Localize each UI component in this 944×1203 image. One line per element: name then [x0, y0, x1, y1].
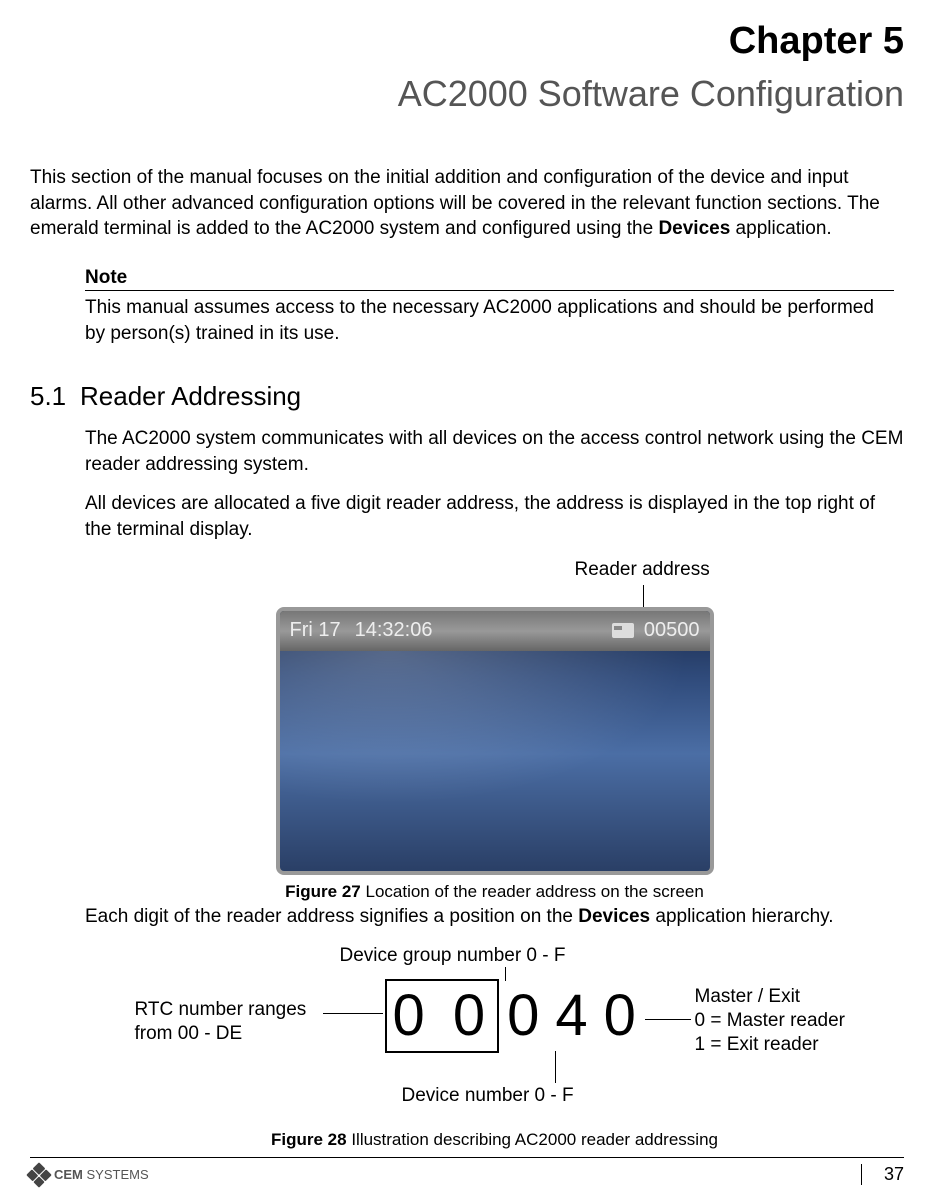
note-block: Note This manual assumes access to the n…	[85, 267, 894, 346]
note-heading: Note	[85, 267, 894, 291]
chapter-label: Chapter 5	[30, 20, 904, 63]
intro-bold: Devices	[658, 218, 730, 239]
address-digits: 0 0 0 4 0	[385, 979, 644, 1053]
section-p3b: Devices	[578, 906, 650, 927]
section-p2: All devices are allocated a five digit r…	[85, 491, 904, 542]
master-line2: 0 = Master reader	[695, 1010, 846, 1031]
footer-brand: CEM SYSTEMS	[30, 1166, 149, 1184]
terminal-bar-left: Fri 17 14:32:06	[290, 617, 433, 644]
page: Chapter 5 AC2000 Software Configuration …	[0, 0, 944, 1203]
intro-text-2: application.	[730, 218, 831, 239]
rtc-label: RTC number ranges from 00 - DE	[135, 998, 307, 1046]
card-icon	[612, 623, 634, 638]
rtc-label-line2: from 00 - DE	[135, 1023, 243, 1044]
terminal-reader-address: 00500	[644, 617, 700, 644]
terminal-screenshot: Fri 17 14:32:06 00500	[276, 607, 714, 875]
section-body: The AC2000 system communicates with all …	[85, 426, 904, 1152]
terminal-bar-right: 00500	[612, 617, 700, 644]
section-number: 5.1	[30, 381, 80, 412]
footer-brand-rest: SYSTEMS	[83, 1167, 149, 1182]
terminal-status-bar: Fri 17 14:32:06 00500	[280, 611, 710, 651]
section-p1: The AC2000 system communicates with all …	[85, 426, 904, 477]
figure-28: Device group number 0 - F RTC number ran…	[105, 943, 885, 1123]
digit-master: 0	[604, 987, 636, 1045]
leader-line	[323, 1013, 383, 1014]
figure-28-caption: Figure 28 Illustration describing AC2000…	[85, 1129, 904, 1152]
leader-line	[555, 1051, 556, 1083]
figure-27: Reader address Fri 17 14:32:06 00500	[175, 557, 815, 875]
page-number: 37	[861, 1164, 904, 1185]
section-p3c: application hierarchy.	[650, 906, 833, 927]
note-body: This manual assumes access to the necess…	[85, 295, 894, 346]
rtc-digits-box: 0 0	[385, 979, 500, 1053]
intro-paragraph: This section of the manual focuses on th…	[30, 165, 904, 242]
section-heading: 5.1Reader Addressing	[30, 381, 904, 412]
figure-27-caption-bold: Figure 27	[285, 882, 361, 901]
master-line3: 1 = Exit reader	[695, 1034, 819, 1055]
master-exit-label: Master / Exit 0 = Master reader 1 = Exit…	[695, 985, 846, 1056]
footer-brand-bold: CEM	[54, 1167, 83, 1182]
digit-device: 4	[555, 987, 587, 1045]
figure-27-caption: Figure 27 Location of the reader address…	[85, 881, 904, 904]
section-title: Reader Addressing	[80, 381, 301, 411]
terminal-time: 14:32:06	[355, 617, 433, 644]
leader-line	[645, 1019, 691, 1020]
digit-group: 0	[507, 987, 539, 1045]
reader-address-leader-line	[643, 585, 644, 607]
figure-27-caption-text: Location of the reader address on the sc…	[361, 882, 704, 901]
cem-logo-icon	[26, 1162, 51, 1187]
leader-line	[505, 967, 506, 981]
section-p3a: Each digit of the reader address signifi…	[85, 906, 578, 927]
device-number-label: Device number 0 - F	[402, 1083, 574, 1109]
terminal-day: Fri 17	[290, 617, 341, 644]
figure-28-caption-bold: Figure 28	[271, 1130, 347, 1149]
section-p3: Each digit of the reader address signifi…	[85, 904, 904, 930]
terminal-shine	[276, 651, 714, 831]
device-group-label: Device group number 0 - F	[340, 943, 566, 969]
reader-address-callout: Reader address	[575, 557, 710, 583]
figure-28-caption-text: Illustration describing AC2000 reader ad…	[347, 1130, 718, 1149]
rtc-label-line1: RTC number ranges	[135, 999, 307, 1020]
master-line1: Master / Exit	[695, 986, 801, 1007]
chapter-title: AC2000 Software Configuration	[30, 73, 904, 115]
page-footer: CEM SYSTEMS 37	[30, 1157, 904, 1185]
